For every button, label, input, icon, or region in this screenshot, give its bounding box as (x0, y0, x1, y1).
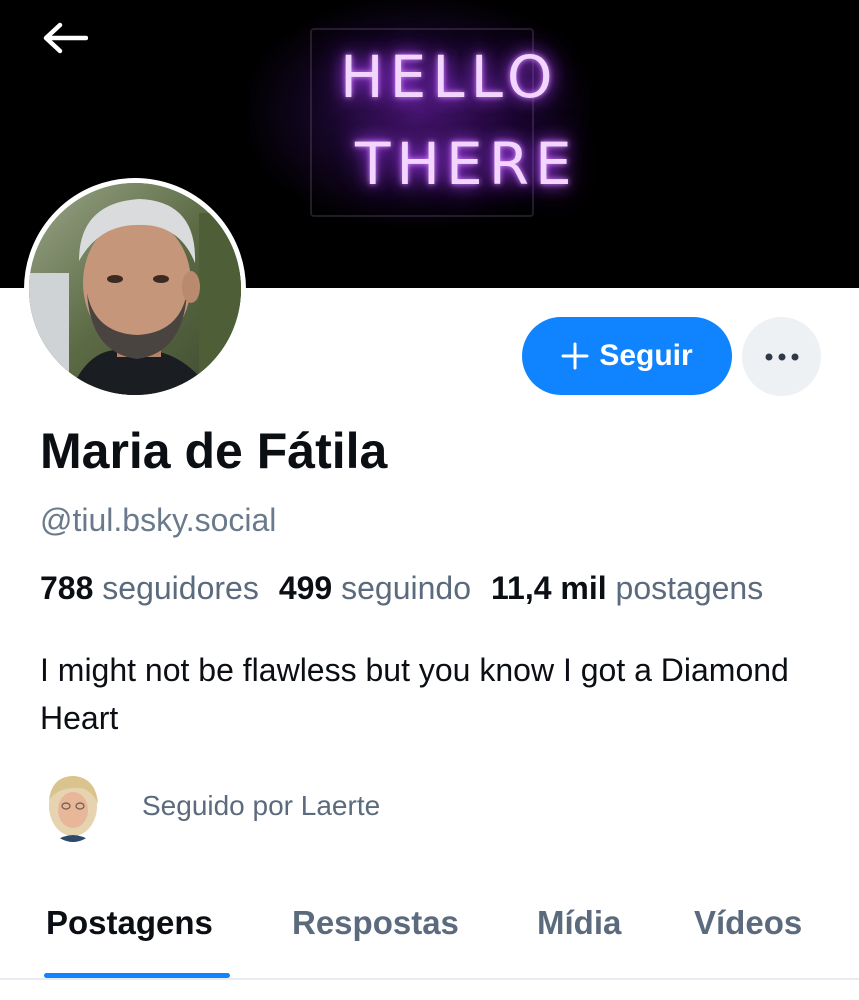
back-button[interactable] (40, 18, 90, 58)
more-options-button[interactable] (742, 317, 821, 396)
profile-handle: @tiul.bsky.social (40, 502, 277, 538)
profile-avatar[interactable] (24, 178, 246, 400)
tab-respostas[interactable]: Respostas (292, 904, 459, 942)
followed-by-row[interactable]: Seguido por Laerte (44, 770, 380, 842)
arrow-left-icon (43, 22, 88, 54)
avatar-image (29, 183, 241, 395)
followed-by-text: Seguido por Laerte (142, 790, 381, 821)
profile-display-name: Maria de Fátila (40, 423, 388, 479)
following-label: seguindo (341, 570, 471, 606)
followed-by-avatar (44, 770, 102, 842)
banner-neon-line-1: HELLO (340, 43, 559, 111)
posts-stat: 11,4 mil postagens (491, 570, 763, 607)
plus-icon (561, 342, 589, 370)
following-count: 499 (278, 570, 333, 606)
following-stat[interactable]: 499 seguindo (279, 570, 471, 607)
followers-label: seguidores (102, 570, 259, 606)
tab-videos[interactable]: Vídeos (694, 904, 802, 942)
active-tab-indicator (44, 973, 230, 978)
ellipsis-icon (765, 353, 798, 360)
follow-button[interactable]: Seguir (522, 317, 732, 395)
profile-tabs: Postagens Respostas Mídia Vídeos (0, 890, 859, 980)
profile-bio: I might not be flawless but you know I g… (40, 652, 789, 736)
profile-stats: 788 seguidores 499 seguindo 11,4 mil pos… (40, 570, 859, 607)
followers-count: 788 (40, 570, 94, 606)
followers-stat[interactable]: 788 seguidores (40, 570, 259, 607)
banner-neon-line-2: THERE (355, 130, 578, 198)
tab-midia[interactable]: Mídia (537, 904, 621, 942)
follow-button-label: Seguir (599, 339, 693, 372)
posts-count: 11,4 mil (491, 570, 607, 606)
posts-label: postagens (615, 570, 764, 606)
tab-postagens[interactable]: Postagens (46, 904, 213, 942)
